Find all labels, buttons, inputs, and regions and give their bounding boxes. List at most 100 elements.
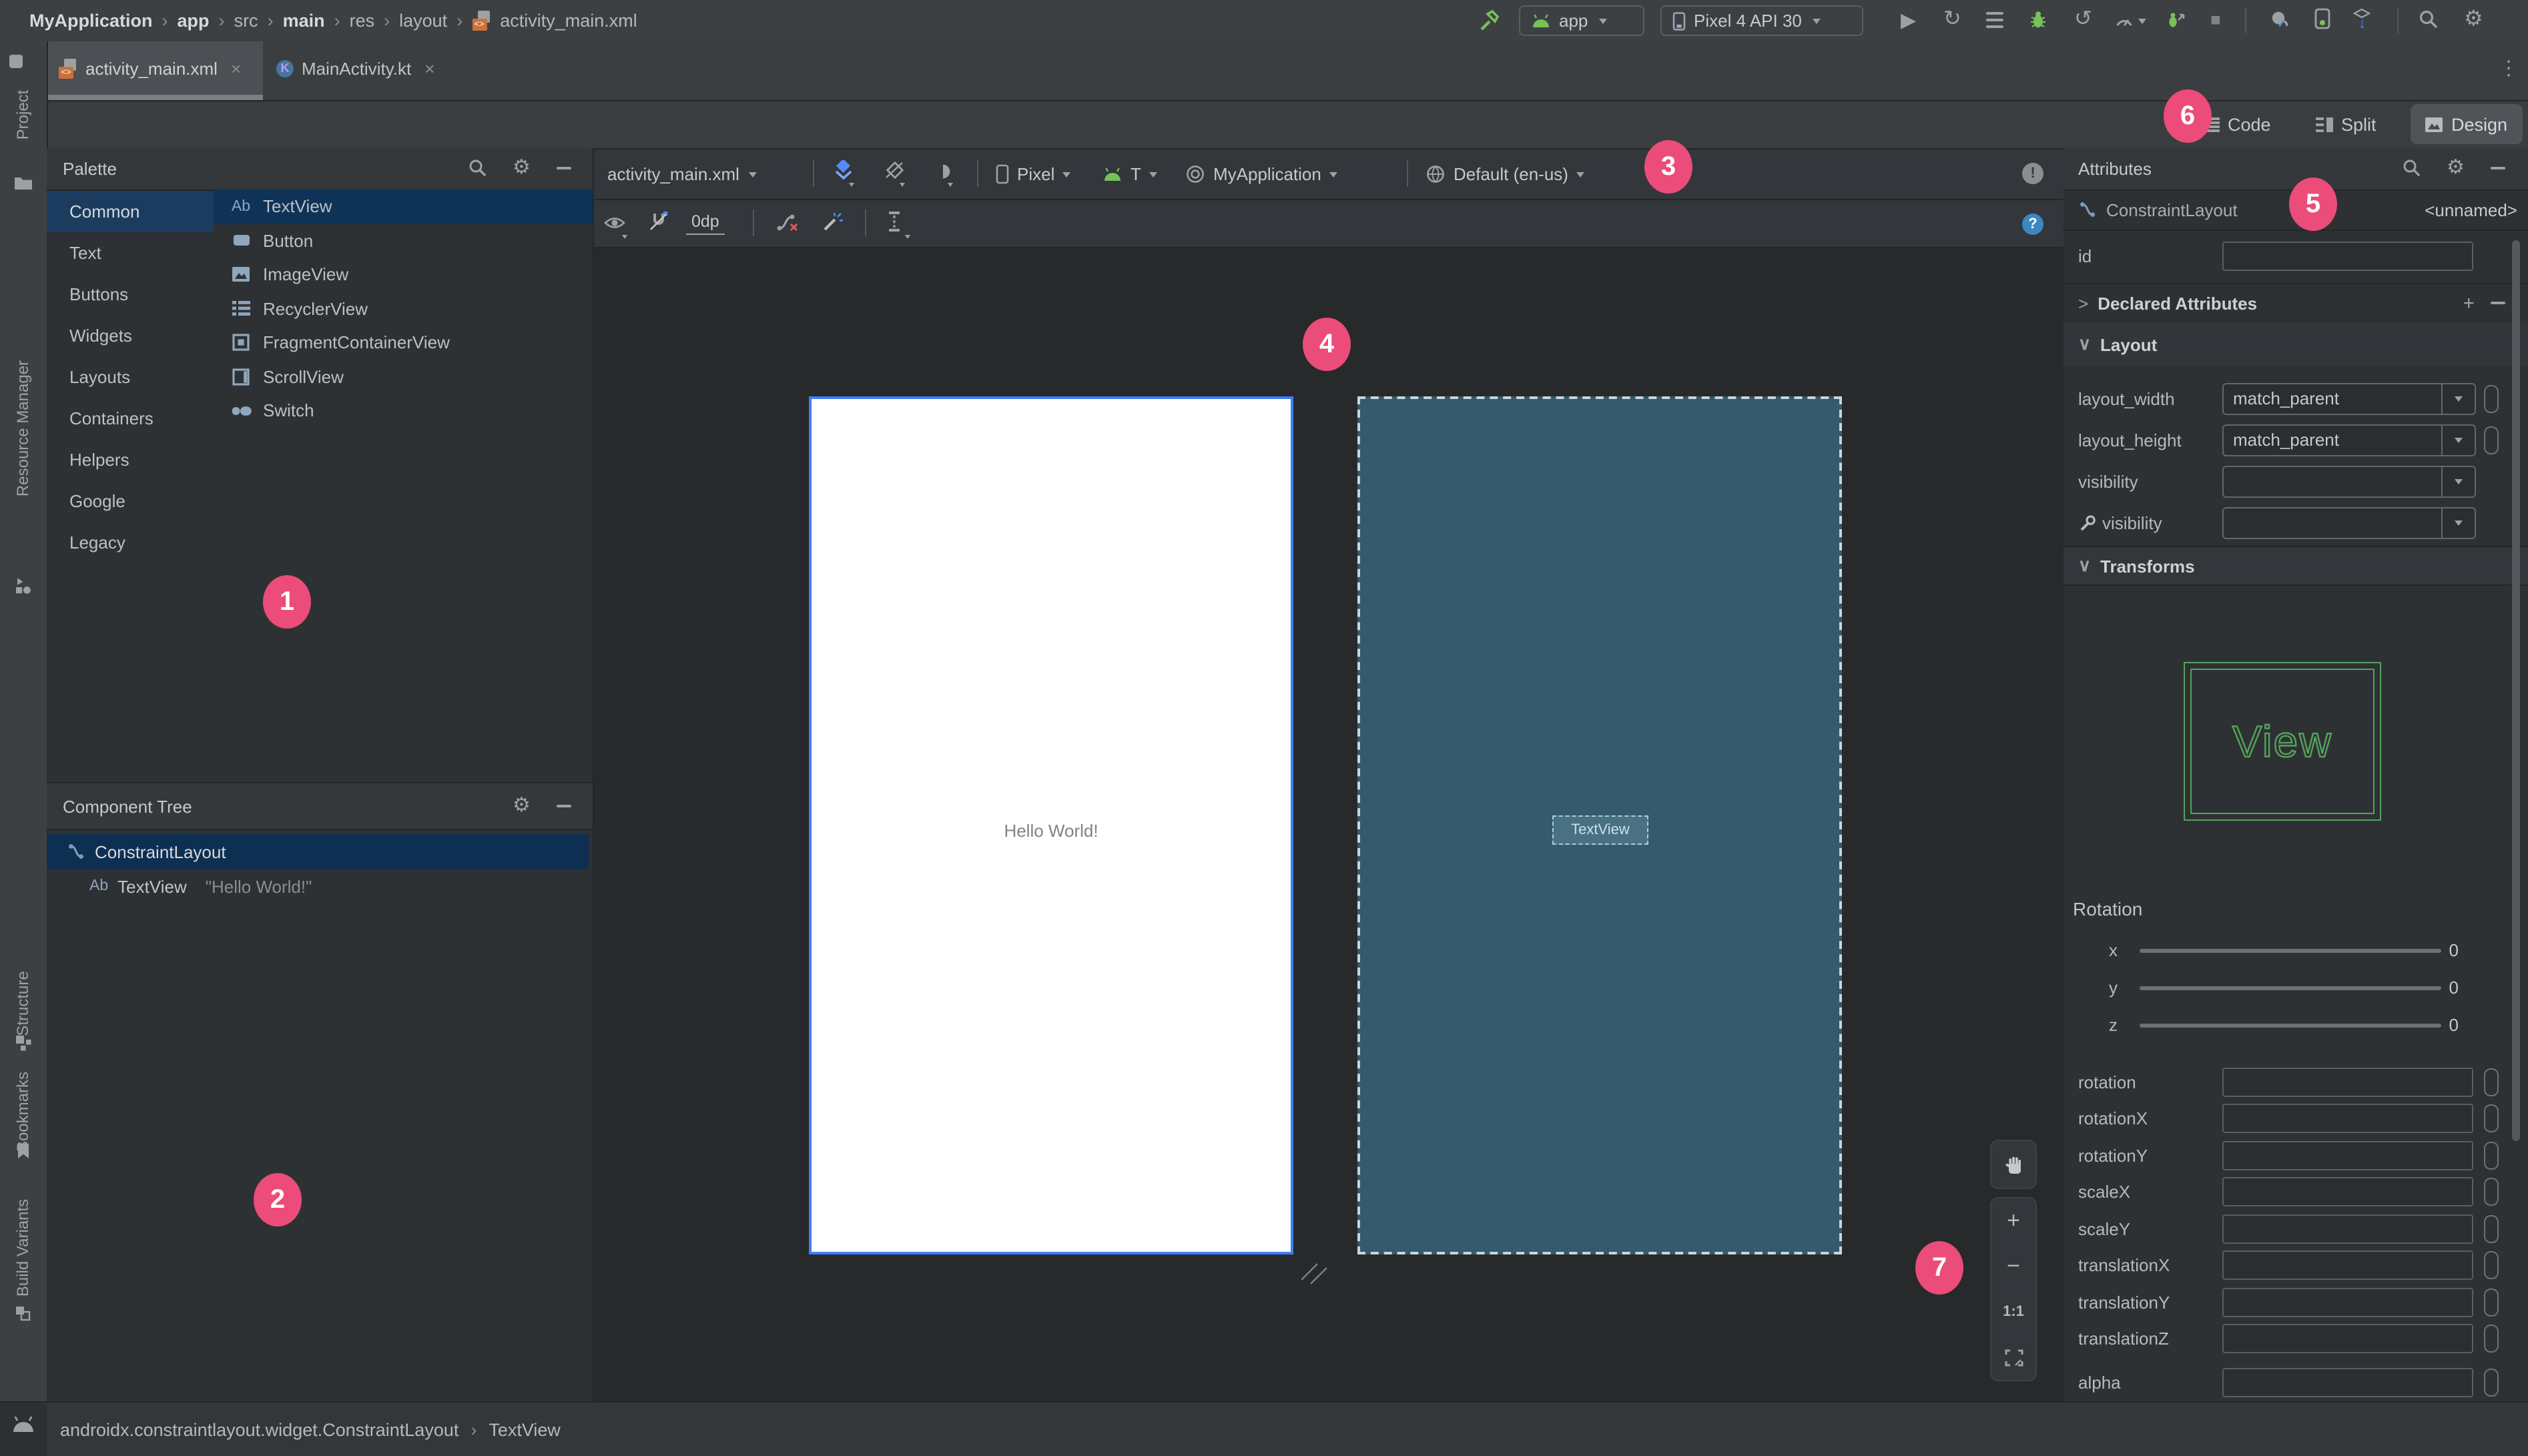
rotationx-toggle[interactable] (2484, 1104, 2499, 1133)
palette-category-buttons[interactable]: Buttons (47, 274, 214, 315)
rotation-input[interactable] (2222, 1067, 2473, 1097)
device-type-icon[interactable] (996, 164, 1009, 184)
palette-category-widgets[interactable]: Widgets (47, 315, 214, 356)
breadcrumb-item[interactable]: main (283, 11, 325, 31)
device-dropdown[interactable]: Pixel 4 API 30 (1660, 5, 1863, 36)
tab-close-icon[interactable]: × (424, 58, 434, 78)
alpha-input[interactable] (2222, 1367, 2473, 1397)
palette-gear-icon[interactable]: ⚙ (513, 157, 531, 177)
scalex-input[interactable] (2222, 1177, 2473, 1207)
settings-gear-icon[interactable]: ⚙ (2464, 9, 2483, 31)
build-variants-icon[interactable] (13, 1304, 32, 1327)
help-icon[interactable]: ? (2022, 214, 2043, 235)
translationz-input[interactable] (2222, 1324, 2473, 1354)
status-breadcrumb-root[interactable]: androidx.constraintlayout.widget.Constra… (60, 1419, 458, 1439)
pack-align-icon[interactable] (886, 211, 902, 236)
breadcrumb-item[interactable]: app (178, 11, 210, 31)
layout-height-toggle[interactable] (2484, 426, 2499, 454)
layout-height-dropdown[interactable]: match_parent (2222, 424, 2476, 456)
device-type-selector[interactable]: Pixel (1017, 164, 1054, 184)
breadcrumb-item[interactable]: MyApplication (29, 11, 153, 31)
sidebar-item-project[interactable]: Project (13, 90, 32, 140)
tools-visibility-dropdown[interactable] (2222, 506, 2476, 538)
alpha-toggle[interactable] (2484, 1368, 2499, 1397)
scaley-toggle[interactable] (2484, 1214, 2499, 1243)
mode-code-button[interactable]: Code (2202, 101, 2271, 148)
attributes-gear-icon[interactable]: ⚙ (2447, 157, 2465, 177)
zoom-out-button[interactable]: − (1991, 1244, 2035, 1289)
structure-icon[interactable] (15, 1034, 32, 1056)
component-tree-hide-icon[interactable] (557, 805, 571, 807)
attributes-search-icon[interactable] (2403, 159, 2421, 181)
design-surface-icon[interactable] (833, 158, 854, 184)
translationx-input[interactable] (2222, 1250, 2473, 1281)
stripe-corner-icon[interactable] (9, 55, 23, 68)
rotation-x-slider[interactable] (2140, 949, 2441, 953)
palette-item-fragmentcontainerview[interactable]: FragmentContainerView (214, 326, 593, 360)
rerun-activity-icon[interactable]: ↻ (1943, 9, 1961, 31)
infer-constraints-wand-icon[interactable] (822, 211, 844, 236)
rotation-y-slider[interactable] (2140, 986, 2441, 990)
scalex-toggle[interactable] (2484, 1178, 2499, 1206)
resource-manager-icon[interactable] (13, 577, 32, 599)
transforms-section-header[interactable]: ∨ Transforms (2064, 547, 2528, 585)
search-everywhere-icon[interactable] (2419, 9, 2439, 33)
stop-button[interactable]: ■ (2210, 11, 2221, 28)
sidebar-item-resource-manager[interactable]: Resource Manager (13, 360, 32, 496)
sdk-manager-icon[interactable]: ↓ (2352, 8, 2372, 33)
build-hammer-icon[interactable] (1479, 9, 1502, 36)
palette-category-legacy[interactable]: Legacy (47, 522, 214, 563)
run-config-dropdown[interactable]: app (1519, 5, 1644, 36)
component-tree-gear-icon[interactable]: ⚙ (513, 795, 531, 815)
attributes-hide-icon[interactable] (2491, 167, 2505, 169)
night-mode-icon[interactable] (934, 163, 952, 184)
debug-button[interactable] (2029, 9, 2047, 33)
tab-activity-main-xml[interactable]: <> activity_main.xml × (47, 41, 263, 95)
breadcrumb-item[interactable]: layout (399, 11, 447, 31)
palette-item-button[interactable]: Button (214, 224, 593, 258)
rotationy-toggle[interactable] (2484, 1141, 2499, 1170)
layout-width-toggle[interactable] (2484, 384, 2499, 412)
palette-item-textview[interactable]: Ab TextView (214, 190, 593, 224)
remove-attribute-button[interactable] (2491, 302, 2505, 304)
bookmark-icon[interactable] (16, 1142, 31, 1164)
design-preview-phone[interactable]: Hello World! (809, 396, 1293, 1254)
palette-search-icon[interactable] (468, 159, 487, 181)
palette-hide-icon[interactable] (557, 167, 571, 169)
apply-code-changes-icon[interactable]: ↺ (2074, 9, 2092, 31)
tab-options-kebab-icon[interactable]: ⋮ (2499, 59, 2519, 79)
status-breadcrumb-selected[interactable]: TextView (489, 1419, 561, 1439)
pan-control[interactable] (1990, 1140, 2037, 1189)
profiler-dropdown-arrow[interactable] (2138, 19, 2146, 24)
zoom-in-button[interactable]: + (1991, 1198, 2035, 1244)
palette-item-scrollview[interactable]: ScrollView (214, 360, 593, 394)
rotationx-input[interactable] (2222, 1104, 2473, 1134)
palette-category-helpers[interactable]: Helpers (47, 439, 214, 480)
api-level-selector[interactable]: T (1131, 164, 1141, 184)
scaley-input[interactable] (2222, 1214, 2473, 1244)
device-manager-icon[interactable] (2314, 8, 2330, 33)
tree-row-constraintlayout[interactable]: ConstraintLayout (47, 834, 589, 869)
view-options-eye-icon[interactable] (603, 215, 626, 235)
attributes-scrollbar[interactable] (2512, 240, 2520, 1141)
breadcrumb-item[interactable]: src (234, 11, 258, 31)
rotationy-input[interactable] (2222, 1140, 2473, 1170)
sidebar-item-bookmarks[interactable]: Bookmarks (13, 1072, 32, 1152)
palette-item-imageview[interactable]: ImageView (214, 258, 593, 292)
declared-attributes-row[interactable]: > Declared Attributes + (2064, 283, 2528, 323)
layout-section-header[interactable]: ∨ Layout (2064, 323, 2528, 366)
zoom-actual-size-button[interactable]: 1:1 (1991, 1289, 2035, 1335)
palette-category-containers[interactable]: Containers (47, 398, 214, 439)
palette-item-switch[interactable]: Switch (214, 394, 593, 428)
apply-changes-icon[interactable] (1986, 12, 2003, 28)
android-head-icon[interactable] (11, 1415, 36, 1437)
translationz-toggle[interactable] (2484, 1325, 2499, 1353)
sidebar-item-build-variants[interactable]: Build Variants (13, 1199, 32, 1297)
translationy-toggle[interactable] (2484, 1288, 2499, 1317)
tree-row-textview[interactable]: Ab TextView "Hello World!" (47, 869, 589, 903)
locale-selector[interactable]: Default (en-us) (1454, 164, 1568, 184)
translationy-input[interactable] (2222, 1287, 2473, 1317)
add-attribute-button[interactable]: + (2463, 292, 2475, 314)
design-hello-world-text[interactable]: Hello World! (812, 821, 1291, 841)
canvas-resize-handle[interactable] (1301, 1261, 1328, 1289)
